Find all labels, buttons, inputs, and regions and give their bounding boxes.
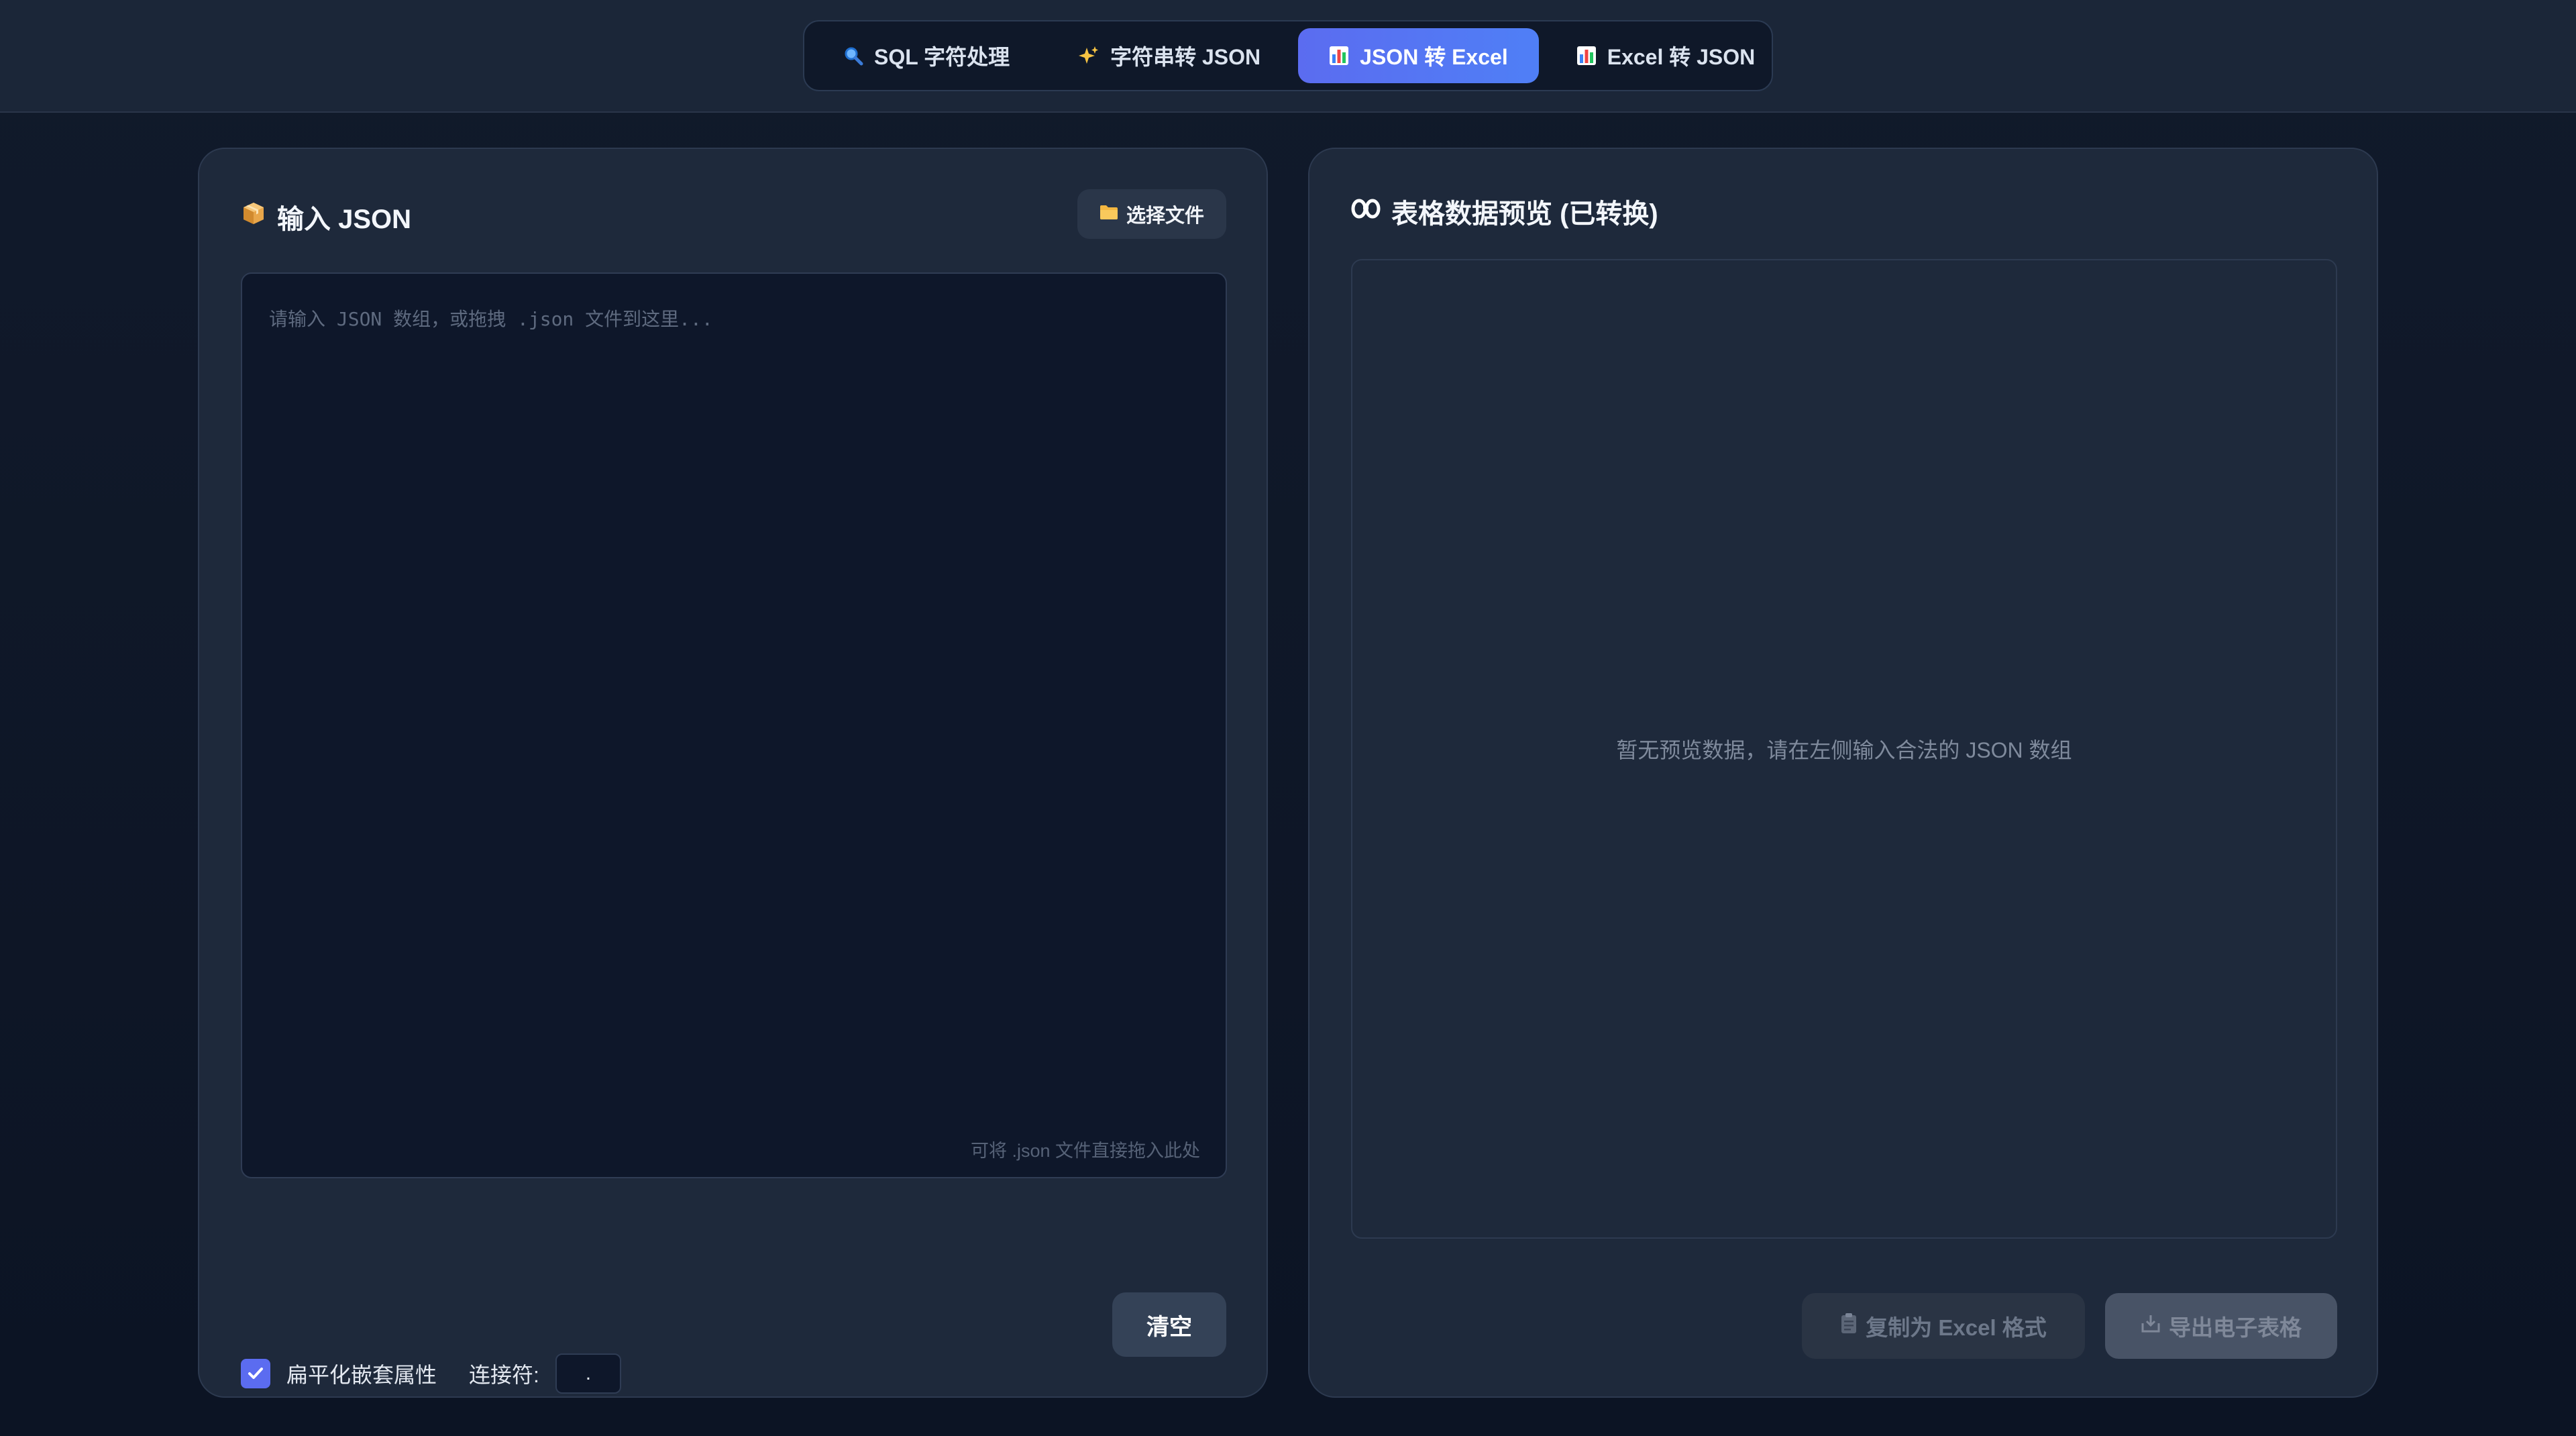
magnifier-icon [843,46,863,66]
choose-file-button[interactable]: 选择文件 [1077,189,1226,239]
folder-icon [1099,203,1118,225]
tab-excel-to-json[interactable]: Excel 转 JSON [1546,28,1786,83]
flatten-checkbox[interactable] [241,1359,270,1388]
json-input-panel: 输入 JSON 选择文件 请输入 JSON 数组，或拖拽 .json 文件到这里… [198,148,1268,1398]
table-preview-panel: 表格数据预览 (已转换) 暂无预览数据，请在左侧输入合法的 JSON 数组 复制… [1308,148,2378,1398]
package-icon [241,201,266,233]
sparkles-icon [1078,45,1099,66]
clipboard-icon [1840,1313,1858,1339]
table-preview-area: 暂无预览数据，请在左侧输入合法的 JSON 数组 [1351,259,2337,1239]
bar-chart-icon [1329,46,1349,66]
tab-label: JSON 转 Excel [1360,45,1508,69]
copy-button-label: 复制为 Excel 格式 [1866,1315,2047,1340]
input-panel-title-text: 输入 JSON [277,205,412,234]
preview-panel-title-text: 表格数据预览 (已转换) [1391,199,1658,229]
flatten-label: 扁平化嵌套属性 [286,1363,437,1387]
preview-panel-title: 表格数据预览 (已转换) [1351,192,1658,231]
input-panel-title: 输入 JSON [241,197,411,236]
tab-json-to-excel[interactable]: JSON 转 Excel [1298,28,1539,83]
export-button-label: 导出电子表格 [2169,1315,2302,1340]
flatten-options: 扁平化嵌套属性 连接符: [241,1353,621,1394]
tab-string-to-json[interactable]: 字符串转 JSON [1047,28,1291,83]
check-icon [248,1368,263,1379]
editor-placeholder: 请输入 JSON 数组，或拖拽 .json 文件到这里... [269,308,713,330]
separator-label: 连接符: [469,1363,539,1387]
bar-chart-icon [1576,46,1597,66]
copy-excel-format-button[interactable]: 复制为 Excel 格式 [1802,1293,2085,1359]
glasses-icon [1351,197,1381,227]
tab-label: SQL 字符处理 [874,45,1010,69]
export-spreadsheet-button[interactable]: 导出电子表格 [2105,1293,2337,1359]
empty-preview-message: 暂无预览数据，请在左侧输入合法的 JSON 数组 [1616,738,2072,762]
drop-hint: 可将 .json 文件直接拖入此处 [970,1141,1200,1161]
top-bar: SQL 字符处理 字符串转 JSON JSON 转 Excel Excel 转 … [0,0,2576,113]
tool-tab-bar: SQL 字符处理 字符串转 JSON JSON 转 Excel Excel 转 … [803,20,1773,91]
tab-sql-string-processing[interactable]: SQL 字符处理 [812,28,1040,83]
clear-button[interactable]: 清空 [1112,1292,1226,1357]
tab-label: Excel 转 JSON [1607,45,1756,69]
json-input-editor[interactable]: 请输入 JSON 数组，或拖拽 .json 文件到这里... 可将 .json … [241,272,1227,1178]
separator-input[interactable] [555,1353,621,1394]
choose-file-label: 选择文件 [1126,205,1204,227]
tab-label: 字符串转 JSON [1110,45,1261,69]
inbox-tray-icon [2141,1313,2161,1339]
